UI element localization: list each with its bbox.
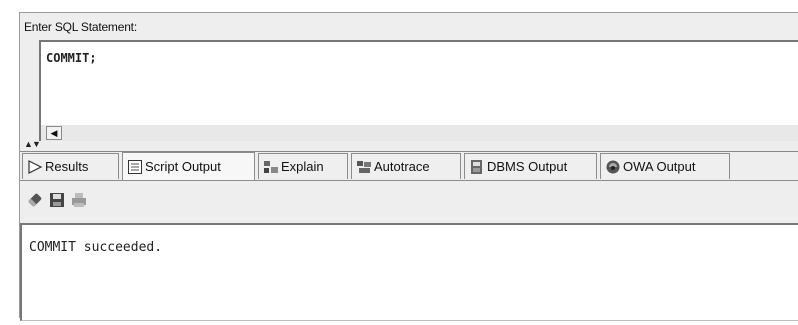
script-icon (127, 159, 143, 175)
sql-editor[interactable]: COMMIT; (39, 40, 798, 127)
play-icon (27, 159, 43, 175)
tab-dbms-output[interactable]: DBMS Output (464, 153, 597, 179)
owa-output-icon (605, 159, 621, 175)
editor-horizontal-scrollbar[interactable]: ◀ (39, 125, 798, 141)
sql-worksheet-frame: Enter SQL Statement: COMMIT; ◀ ▲ ▼ Resul… (19, 12, 798, 321)
sql-prompt-label: Enter SQL Statement: (24, 20, 137, 34)
arrow-left-icon: ◀ (50, 128, 58, 138)
eraser-icon[interactable] (26, 191, 44, 209)
tab-script-output-label: Script Output (145, 159, 221, 174)
tab-owa-output[interactable]: OWA Output (600, 153, 730, 179)
tab-explain-label: Explain (281, 159, 324, 174)
output-tabs: Results Script Output Explain Autotrace … (20, 152, 798, 181)
output-toolbar (20, 181, 798, 215)
tab-dbms-output-label: DBMS Output (487, 159, 568, 174)
tab-script-output[interactable]: Script Output (122, 152, 255, 180)
print-icon[interactable] (70, 191, 88, 209)
script-output-text: COMMIT succeeded. (29, 240, 163, 255)
tab-results-label: Results (45, 159, 89, 174)
dbms-output-icon (469, 159, 485, 175)
tab-autotrace[interactable]: Autotrace (351, 153, 461, 179)
tab-explain[interactable]: Explain (258, 153, 348, 179)
panel-splitter[interactable]: ▲ ▼ (20, 139, 798, 152)
autotrace-icon (356, 159, 372, 175)
save-icon[interactable] (48, 191, 66, 209)
script-output-pane[interactable]: COMMIT succeeded. (20, 223, 798, 321)
scroll-left-button[interactable]: ◀ (46, 126, 62, 140)
sql-statement-text[interactable]: COMMIT; (46, 51, 97, 65)
splitter-down-icon[interactable]: ▼ (32, 139, 41, 149)
explain-icon (263, 159, 279, 175)
tab-autotrace-label: Autotrace (374, 159, 430, 174)
tab-owa-output-label: OWA Output (623, 159, 696, 174)
tab-results[interactable]: Results (22, 153, 119, 179)
